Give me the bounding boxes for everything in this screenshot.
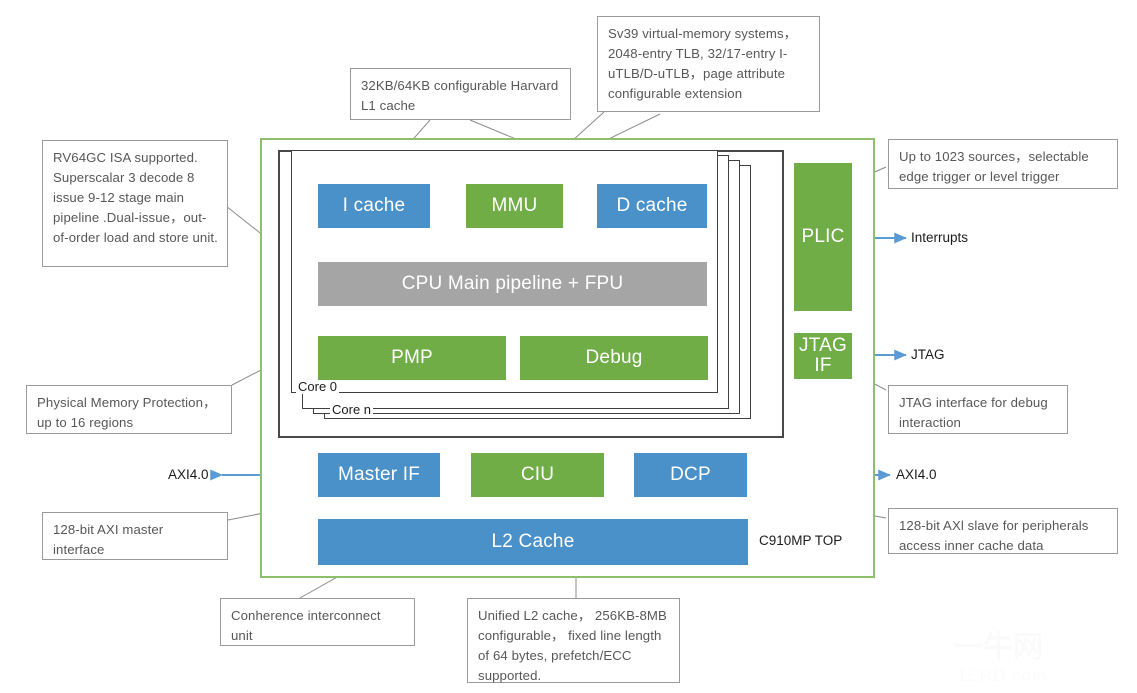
label-axi-right: AXI4.0: [896, 467, 937, 482]
block-i-cache[interactable]: I cache: [318, 184, 430, 228]
callout-l2-cache: Unified L2 cache， 256KB-8MB configurable…: [467, 598, 680, 683]
callout-l1-cache: 32KB/64KB configurable Harvard L1 cache: [350, 68, 571, 120]
core-n-label: Core n: [330, 402, 374, 417]
callout-cpu: RV64GC ISA supported. Superscalar 3 deco…: [42, 140, 228, 267]
callout-jtag: JTAG interface for debug interaction: [888, 385, 1068, 434]
callout-plic: Up to 1023 sources，selectable edge trigg…: [888, 139, 1118, 189]
block-l2-cache[interactable]: L2 Cache: [318, 519, 748, 565]
label-jtag: JTAG: [911, 347, 945, 362]
jtag-if-label-line1: JTAG: [799, 335, 847, 356]
block-mmu[interactable]: MMU: [466, 184, 563, 228]
callout-pmp: Physical Memory Protection， up to 16 reg…: [26, 385, 232, 434]
diagram-canvas: Core 0 Core n I cache MMU D cache CPU Ma…: [0, 0, 1137, 693]
watermark: 一牛网 1ERD.com: [953, 631, 1047, 685]
callout-axi-slave: 128-bit AXl slave for peripherals access…: [888, 508, 1118, 554]
label-c910mp-top: C910MP TOP: [759, 533, 843, 548]
block-plic[interactable]: PLIC: [794, 163, 852, 311]
watermark-line1: 一牛网: [953, 631, 1043, 664]
block-dcp[interactable]: DCP: [634, 453, 747, 497]
label-axi-left: AXI4.0: [168, 467, 209, 482]
jtag-if-label-line2: IF: [814, 355, 832, 376]
callout-axi-master: 128-bit AXI master interface: [42, 512, 228, 560]
label-interrupts: Interrupts: [911, 230, 969, 245]
callout-ciu: Conherence interconnect unit: [220, 598, 415, 646]
block-jtag-if[interactable]: JTAG IF: [794, 333, 852, 379]
core-0-label: Core 0: [296, 379, 340, 394]
block-cpu-main-pipeline-fpu[interactable]: CPU Main pipeline + FPU: [318, 262, 707, 306]
block-debug[interactable]: Debug: [520, 336, 708, 380]
block-d-cache[interactable]: D cache: [597, 184, 707, 228]
callout-mmu: Sv39 virtual-memory systems， 2048-entry …: [597, 16, 820, 112]
block-ciu[interactable]: CIU: [471, 453, 604, 497]
block-pmp[interactable]: PMP: [318, 336, 506, 380]
block-master-if[interactable]: Master IF: [318, 453, 440, 497]
watermark-line2: 1ERD.com: [957, 666, 1047, 685]
